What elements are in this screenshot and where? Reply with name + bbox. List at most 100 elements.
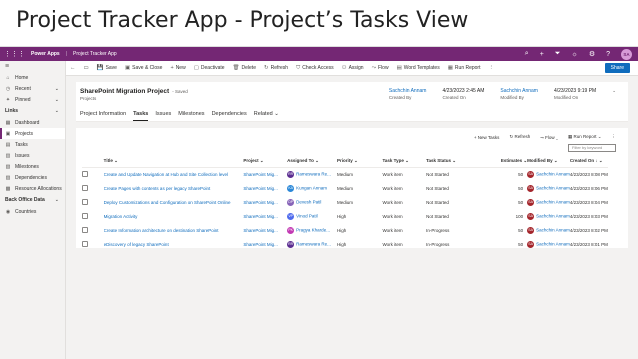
header-field-value[interactable]: Sachchin Annam bbox=[500, 88, 538, 94]
project-link[interactable]: SharePoint Mig... bbox=[243, 195, 287, 209]
sidebar-item-resource-allocations[interactable]: ▩ Resource Allocations bbox=[0, 183, 65, 194]
assigned-to-cell[interactable]: RR Rameswara Re... bbox=[287, 237, 337, 251]
tab-tasks[interactable]: Tasks bbox=[133, 111, 149, 121]
refresh-button[interactable]: ↻ Refresh bbox=[264, 65, 288, 71]
task-title-link[interactable]: Create and Update Navigation at Hub and … bbox=[104, 167, 244, 181]
table-row[interactable]: Migration Activity SharePoint Mig... VP Vin… bbox=[82, 209, 608, 223]
header-field-value[interactable]: Sachchin Annam bbox=[389, 88, 427, 94]
modified-by-link[interactable]: Sachchin Annam bbox=[536, 241, 570, 246]
column-header-created-on[interactable]: Created On ↓ ⌄ bbox=[569, 156, 608, 168]
project-link[interactable]: SharePoint Mig... bbox=[243, 223, 287, 237]
row-checkbox[interactable] bbox=[82, 170, 88, 177]
column-header-assigned-to[interactable]: Assigned To ⌄ bbox=[287, 156, 338, 168]
chevron-down-icon[interactable]: ⌄ bbox=[55, 197, 59, 203]
task-title-link[interactable]: Migration Activity bbox=[104, 209, 244, 223]
sidebar-item-tasks[interactable]: ▤ Tasks bbox=[0, 139, 65, 150]
more-button[interactable]: ⋮ bbox=[489, 65, 495, 71]
sidebar-item-issues[interactable]: ▥ Issues bbox=[0, 150, 65, 161]
modified-by-cell[interactable]: SA Sachchin Annam bbox=[527, 195, 570, 209]
project-link[interactable]: SharePoint Mig... bbox=[243, 181, 287, 195]
sidebar-item-projects[interactable]: ▣ Projects bbox=[0, 128, 65, 139]
modified-by-cell[interactable]: SA Sachchin Annam bbox=[527, 223, 570, 237]
row-checkbox[interactable] bbox=[82, 198, 88, 205]
back-button[interactable]: ← bbox=[70, 65, 76, 71]
assigned-to-cell[interactable]: VP Vinod Patil bbox=[287, 209, 337, 223]
row-checkbox[interactable] bbox=[82, 226, 88, 233]
run-report-button[interactable]: ▦ Run Report bbox=[448, 65, 481, 71]
subgrid-command-flow[interactable]: ⤳ Flow ⌄ bbox=[540, 135, 558, 140]
filter-icon[interactable]: ⏷ bbox=[555, 50, 561, 58]
column-header-priority[interactable]: Priority ⌄ bbox=[337, 156, 383, 168]
assigned-to-cell[interactable]: PK Pragya Kharde... bbox=[287, 223, 337, 237]
task-title-link[interactable]: Create Pages with contents as per legacy… bbox=[104, 181, 244, 195]
assignee-link[interactable]: Kungan Annam bbox=[296, 185, 327, 190]
tab-issues[interactable]: Issues bbox=[155, 111, 171, 121]
table-row[interactable]: eDiscovery of legacy SharePoint SharePoin… bbox=[82, 237, 608, 251]
new-button[interactable]: + New bbox=[170, 65, 185, 71]
modified-by-link[interactable]: Sachchin Annam bbox=[536, 171, 570, 176]
save-button[interactable]: 💾 Save bbox=[97, 65, 117, 71]
assigned-to-cell[interactable]: KA Kungan Annam bbox=[287, 181, 337, 195]
add-icon[interactable]: + bbox=[540, 51, 544, 58]
sidebar-item-countries[interactable]: ◉ Countries bbox=[0, 206, 65, 217]
column-header-title[interactable]: Title ⌄ bbox=[103, 156, 244, 168]
tab-project-information[interactable]: Project Information bbox=[80, 111, 126, 121]
project-link[interactable]: SharePoint Mig... bbox=[243, 209, 287, 223]
column-header-project[interactable]: Project ⌄ bbox=[243, 156, 288, 168]
subgrid-command-refresh[interactable]: ↻ Refresh bbox=[509, 134, 530, 140]
assign-button[interactable]: ⚇ Assign bbox=[342, 65, 364, 71]
modified-by-cell[interactable]: SA Sachchin Annam bbox=[527, 181, 570, 195]
waffle-icon[interactable]: ⋮⋮⋮ bbox=[4, 50, 25, 58]
modified-by-cell[interactable]: SA Sachchin Annam bbox=[527, 167, 570, 181]
project-link[interactable]: SharePoint Mig... bbox=[243, 237, 287, 251]
brand-label[interactable]: Power Apps bbox=[31, 51, 60, 57]
deactivate-button[interactable]: ▢ Deactivate bbox=[194, 65, 225, 71]
chevron-down-icon[interactable]: ⌄ bbox=[55, 108, 59, 114]
modified-by-link[interactable]: Sachchin Annam bbox=[536, 199, 570, 204]
assignee-link[interactable]: Devesh Patil bbox=[296, 199, 321, 204]
subgrid-command-more[interactable]: ⋮ bbox=[612, 134, 617, 140]
task-title-link[interactable]: eDiscovery of legacy SharePoint bbox=[104, 237, 244, 251]
table-row[interactable]: Create Pages with contents as per legacy… bbox=[82, 181, 608, 195]
app-name[interactable]: Project Tracker App bbox=[73, 51, 117, 57]
sidebar-item-recent[interactable]: ◷ Recent ⌄ bbox=[0, 83, 65, 94]
sidebar-item-dashboard[interactable]: ▦ Dashboard bbox=[0, 117, 65, 128]
modified-by-link[interactable]: Sachchin Annam bbox=[536, 185, 570, 190]
popout-button[interactable]: ▭ bbox=[84, 65, 89, 71]
check-access-button[interactable]: ⛉ Check Access bbox=[296, 65, 334, 72]
column-header-task-status[interactable]: Task Status ⌄ bbox=[426, 156, 486, 168]
flow-button[interactable]: ⤳ Flow bbox=[372, 65, 389, 72]
tab-dependencies[interactable]: Dependencies bbox=[212, 111, 247, 121]
tab-related[interactable]: Related ⌄ bbox=[254, 111, 279, 121]
subgrid-command-new-tasks[interactable]: + New Tasks bbox=[474, 135, 500, 140]
sidebar-item-home[interactable]: ⌂ Home bbox=[0, 72, 65, 83]
sidebar-item-milestones[interactable]: ▧ Milestones bbox=[0, 161, 65, 172]
table-row[interactable]: Create and Update Navigation at Hub and … bbox=[82, 167, 608, 181]
column-header-estimates[interactable]: Estimates ⌄ bbox=[485, 156, 528, 168]
word-templates-button[interactable]: ▤ Word Templates bbox=[397, 65, 440, 71]
modified-by-link[interactable]: Sachchin Annam bbox=[536, 213, 570, 218]
gear-icon[interactable]: ⚙ bbox=[589, 50, 595, 58]
search-icon[interactable]: ⌕ bbox=[525, 50, 529, 58]
table-row[interactable]: Deploy Customizations and Configuration … bbox=[82, 195, 608, 209]
share-button[interactable]: Share bbox=[604, 63, 630, 73]
modified-by-link[interactable]: Sachchin Annam bbox=[536, 227, 570, 232]
row-checkbox[interactable] bbox=[82, 184, 88, 191]
task-title-link[interactable]: Create Information architecture on desti… bbox=[104, 223, 244, 237]
filter-input[interactable]: Filter by keyword bbox=[568, 144, 616, 152]
chevron-down-icon[interactable]: ⌄ bbox=[55, 97, 59, 103]
sidebar-group-links[interactable]: Links ⌄ bbox=[0, 105, 65, 117]
assigned-to-cell[interactable]: DP Devesh Patil bbox=[287, 195, 337, 209]
sidebar-group-back-office-data[interactable]: Back Office Data ⌄ bbox=[0, 194, 65, 206]
assignee-link[interactable]: Rameswara Re... bbox=[296, 241, 331, 246]
assignee-link[interactable]: Pragya Kharde... bbox=[296, 227, 330, 232]
column-header-modified-by[interactable]: Modified By ⌄ bbox=[527, 156, 570, 168]
hamburger-menu-icon[interactable]: ≡ bbox=[0, 61, 65, 72]
subgrid-command-run-report[interactable]: ▦ Run Report ⌄ bbox=[568, 134, 602, 140]
chevron-down-icon[interactable]: ⌄ bbox=[55, 86, 59, 92]
modified-by-cell[interactable]: SA Sachchin Annam bbox=[527, 237, 570, 251]
help-icon[interactable]: ? bbox=[606, 51, 610, 58]
lightbulb-icon[interactable]: ☼ bbox=[571, 51, 577, 58]
tab-milestones[interactable]: Milestones bbox=[178, 111, 204, 121]
column-header-task-type[interactable]: Task Type ⌄ bbox=[382, 156, 427, 168]
